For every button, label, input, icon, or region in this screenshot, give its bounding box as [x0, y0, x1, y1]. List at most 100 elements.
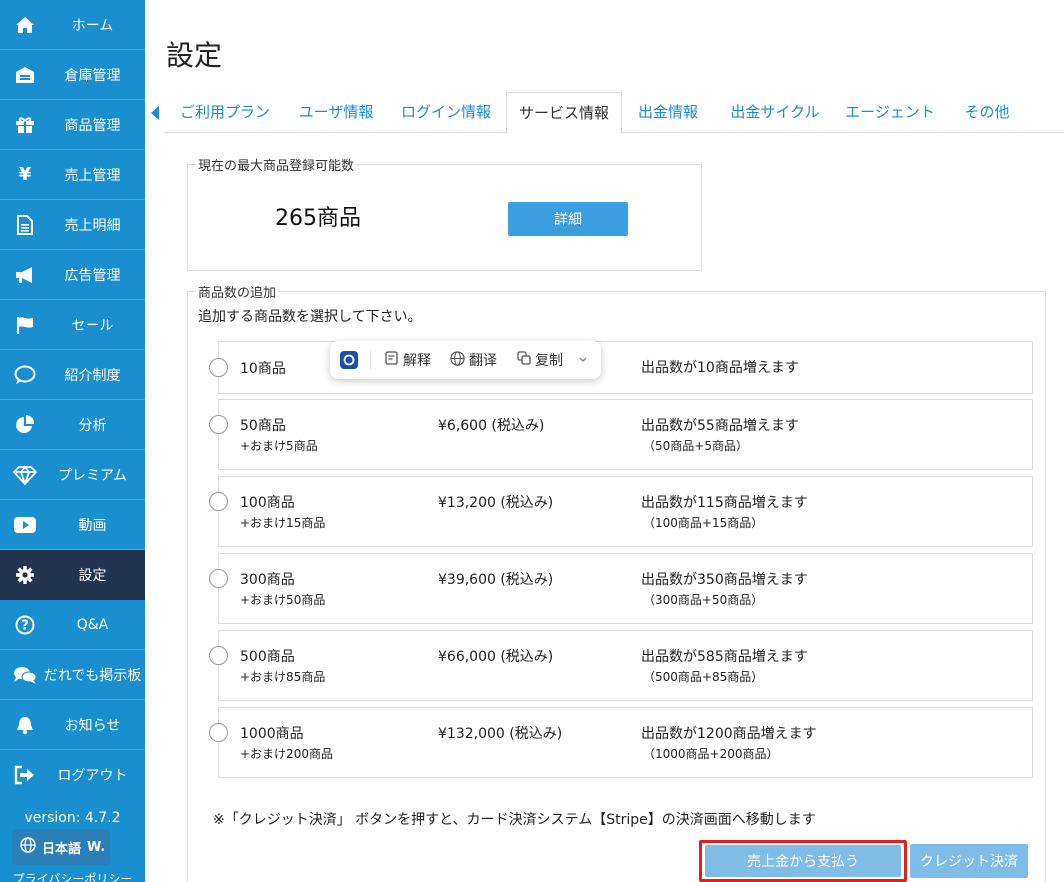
tab-withdraw-cycle[interactable]: 出金サイクル	[725, 92, 825, 133]
tab-agent[interactable]: エージェント	[843, 92, 937, 133]
option-row[interactable]: 300商品 +おまけ50商品 ¥39,600 (税込み) 出品数が350商品増え…	[209, 553, 1033, 624]
sidebar-item-sale[interactable]: セール	[0, 300, 145, 350]
svg-text:?: ?	[21, 618, 29, 633]
tab-other[interactable]: その他	[961, 92, 1013, 133]
toolbar-divider	[370, 351, 371, 369]
option-bonus: +おまけ85商品	[240, 670, 326, 684]
option-bonus: +おまけ15商品	[240, 516, 326, 530]
copy-icon	[517, 351, 531, 369]
instruction-text: 追加する商品数を選択して下さい。	[198, 309, 422, 325]
option-name: 500商品	[240, 649, 295, 665]
option-price: ¥6,600 (税込み)	[438, 418, 545, 434]
language-selector[interactable]: 日本語 W.	[12, 829, 110, 865]
option-name: 50商品	[240, 418, 286, 434]
version-label: version: 4.7.2	[24, 810, 121, 826]
sidebar-item-settings[interactable]: 設定	[0, 550, 145, 600]
stripe-note: ※「クレジット決済」 ボタンを押すと、カード決済システム【Stripe】の決済画…	[213, 812, 816, 828]
option-bonus: +おまけ200商品	[240, 747, 333, 761]
tab-withdraw-info[interactable]: 出金情報	[633, 92, 703, 133]
option-result: 出品数が10商品増えます	[641, 360, 799, 376]
gift-icon	[12, 113, 38, 137]
megaphone-icon	[12, 263, 38, 287]
explain-icon	[385, 351, 399, 369]
option-radio[interactable]	[209, 358, 228, 377]
sidebar-item-analytics[interactable]: 分析	[0, 400, 145, 450]
detail-button[interactable]: 詳細	[508, 202, 628, 236]
option-name: 1000商品	[240, 726, 304, 742]
option-row[interactable]: 50商品 +おまけ5商品 ¥6,600 (税込み) 出品数が55商品増えます （…	[209, 399, 1033, 470]
sidebar-item-warehouse[interactable]: 倉庫管理	[0, 50, 145, 100]
sidebar-item-label: 売上管理	[64, 167, 121, 184]
sidebar-item-video[interactable]: 動画	[0, 500, 145, 550]
option-radio[interactable]	[209, 492, 228, 511]
sidebar-item-sales[interactable]: ¥ 売上管理	[0, 150, 145, 200]
option-name: 300商品	[240, 572, 295, 588]
option-detail: （50商品+5商品）	[643, 439, 748, 453]
copy-button[interactable]: 复制	[517, 341, 563, 379]
tab-user-info[interactable]: ユーザ情報	[293, 92, 379, 133]
sidebar-item-qa[interactable]: ? Q&A	[0, 600, 145, 650]
option-row[interactable]: 500商品 +おまけ85商品 ¥66,000 (税込み) 出品数が585商品増え…	[209, 630, 1033, 701]
option-result: 出品数が55商品増えます	[641, 418, 799, 434]
tab-login-info[interactable]: ログイン情報	[395, 92, 497, 133]
tab-service-info[interactable]: サービス情報	[506, 92, 622, 134]
option-bonus: +おまけ5商品	[240, 439, 318, 453]
sidebar-item-products[interactable]: 商品管理	[0, 100, 145, 150]
option-name: 100商品	[240, 495, 295, 511]
translate-button[interactable]: 翻译	[450, 341, 497, 379]
explain-button[interactable]: 解释	[385, 341, 431, 379]
document-icon	[12, 213, 38, 237]
bell-icon	[12, 713, 38, 737]
option-result: 出品数が350商品増えます	[641, 572, 808, 588]
sidebar-item-label: 動画	[78, 517, 107, 534]
option-radio[interactable]	[209, 569, 228, 588]
yen-icon: ¥	[18, 164, 32, 185]
settings-tabs: ご利用プラン ユーザ情報 ログイン情報 サービス情報 出金情報 出金サイクル エ…	[165, 92, 1064, 134]
sidebar-item-news[interactable]: お知らせ	[0, 700, 145, 750]
option-price: ¥66,000 (税込み)	[438, 649, 554, 665]
option-radio[interactable]	[209, 415, 228, 434]
option-detail: （300商品+50商品）	[643, 593, 764, 607]
privacy-policy-link[interactable]: プライバシーポリシー	[0, 870, 145, 882]
option-detail: （500商品+85商品）	[643, 670, 764, 684]
sidebar-item-label: 売上明細	[64, 217, 121, 234]
sidebar-item-referral[interactable]: 紹介制度	[0, 350, 145, 400]
option-price: ¥132,000 (税込み)	[438, 726, 563, 742]
option-result: 出品数が115商品増えます	[641, 495, 808, 511]
sidebar-item-home[interactable]: ホーム	[0, 0, 145, 50]
option-price: ¥39,600 (税込み)	[438, 572, 554, 588]
sidebar-item-label: 紹介制度	[64, 367, 121, 384]
globe-icon	[20, 837, 36, 857]
option-radio[interactable]	[209, 723, 228, 742]
tab-plan[interactable]: ご利用プラン	[167, 92, 283, 133]
sidebar-item-label: 設定	[78, 567, 107, 584]
option-row[interactable]: 100商品 +おまけ15商品 ¥13,200 (税込み) 出品数が115商品増え…	[209, 476, 1033, 547]
option-radio[interactable]	[209, 646, 228, 665]
sidebar-item-label: Q&A	[76, 616, 109, 633]
language-label: 日本語	[42, 841, 82, 857]
sidebar-item-board[interactable]: だれでも掲示板	[0, 650, 145, 700]
comments-icon	[12, 663, 38, 687]
option-detail: （100商品+15商品）	[643, 516, 764, 530]
question-icon: ?	[12, 613, 38, 637]
option-price: ¥13,200 (税込み)	[438, 495, 554, 511]
credit-payment-button[interactable]: クレジット決済	[910, 844, 1028, 878]
sidebar-item-logout[interactable]: ログアウト	[0, 750, 145, 800]
chat-bubble-icon	[12, 363, 38, 387]
sidebar-item-label: 商品管理	[64, 117, 121, 134]
sidebar-item-ads[interactable]: 広告管理	[0, 250, 145, 300]
language-suffix: W.	[87, 839, 106, 855]
globe-icon	[450, 350, 465, 370]
option-bonus: +おまけ50商品	[240, 593, 326, 607]
pay-from-sales-button[interactable]: 売上金から支払う	[705, 845, 901, 877]
sidebar-collapse-toggle[interactable]	[145, 88, 165, 140]
sidebar-item-label: 倉庫管理	[64, 67, 121, 84]
toolbar-more-button[interactable]	[578, 341, 588, 379]
max-products-legend: 現在の最大商品登録可能数	[196, 155, 357, 174]
max-products-value: 265商品	[275, 206, 361, 231]
sidebar-item-premium[interactable]: プレミアム	[0, 450, 145, 500]
option-detail: （1000商品+200商品）	[643, 747, 779, 761]
option-row[interactable]: 1000商品 +おまけ200商品 ¥132,000 (税込み) 出品数が1200…	[209, 707, 1033, 778]
diamond-icon	[12, 463, 38, 487]
sidebar-item-sales-detail[interactable]: 売上明細	[0, 200, 145, 250]
